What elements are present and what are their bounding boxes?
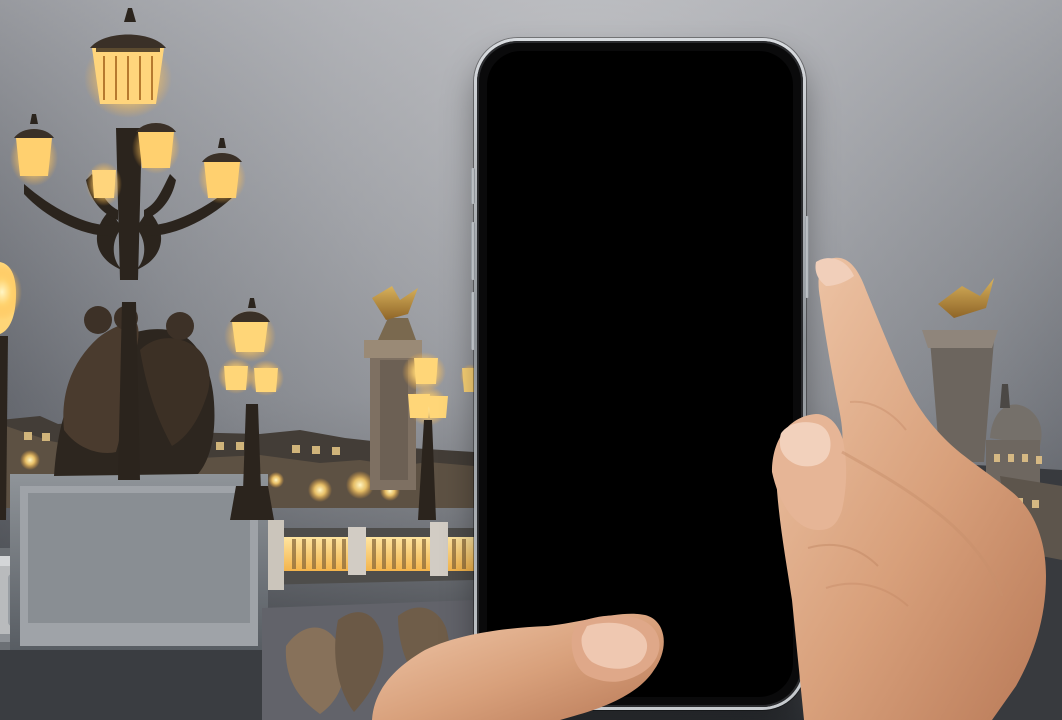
paris-night-scene xyxy=(0,0,1062,720)
phone-volume-up-button xyxy=(471,222,475,280)
phone-bezel xyxy=(477,41,803,707)
phone-notch xyxy=(565,51,715,77)
phone-power-button xyxy=(805,216,809,298)
phone-volume-down-button xyxy=(471,292,475,350)
phone-screen xyxy=(487,51,793,697)
phone-device xyxy=(471,38,809,710)
phone-side-button xyxy=(471,168,475,204)
